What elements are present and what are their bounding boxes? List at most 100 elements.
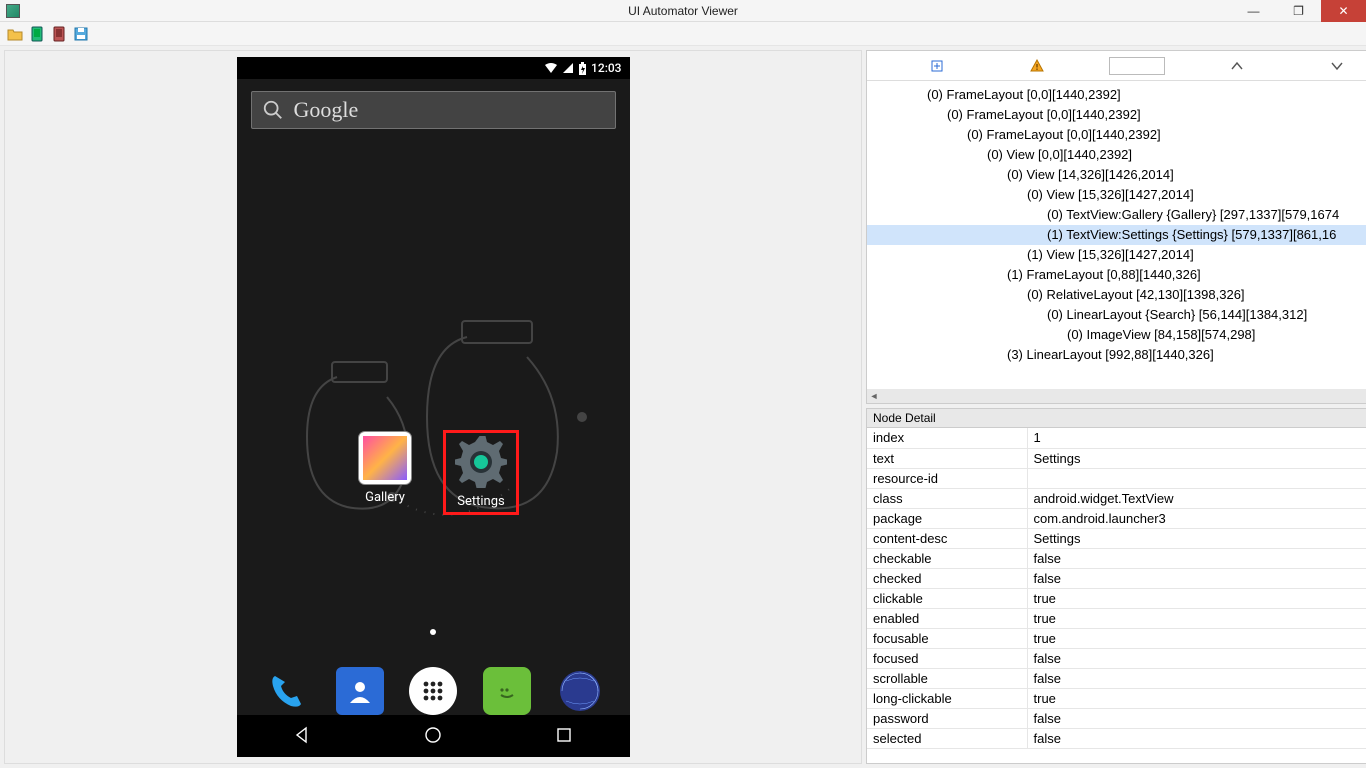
search-filter-input[interactable]	[1112, 57, 1162, 75]
gallery-icon	[359, 432, 411, 484]
detail-key: checkable	[867, 548, 1027, 568]
detail-value: false	[1027, 728, 1366, 748]
next-match-icon[interactable]	[1312, 61, 1362, 71]
detail-key: password	[867, 708, 1027, 728]
detail-row: passwordfalse	[867, 708, 1366, 728]
detail-key: checked	[867, 568, 1027, 588]
device-screenshot-compressed-icon[interactable]	[50, 25, 68, 43]
app-icon	[6, 4, 20, 18]
signal-icon	[562, 62, 574, 74]
tree-node[interactable]: (0) ImageView [84,158][574,298]	[867, 325, 1366, 345]
android-navbar	[237, 715, 630, 757]
detail-row: scrollablefalse	[867, 668, 1366, 688]
detail-value: false	[1027, 548, 1366, 568]
android-statusbar: 12:03	[237, 57, 630, 79]
detail-value: true	[1027, 588, 1366, 608]
tree-node[interactable]: (0) View [15,326][1427,2014]	[867, 185, 1366, 205]
detail-key: package	[867, 508, 1027, 528]
detail-value	[1027, 468, 1366, 488]
back-button[interactable]	[292, 725, 312, 748]
detail-key: class	[867, 488, 1027, 508]
detail-row: content-descSettings	[867, 528, 1366, 548]
detail-row: selectedfalse	[867, 728, 1366, 748]
app-drawer-icon[interactable]	[409, 667, 457, 715]
tree-node[interactable]: (0) TextView:Gallery {Gallery} [297,1337…	[867, 205, 1366, 225]
minimize-button[interactable]: —	[1231, 0, 1276, 22]
detail-value: com.android.launcher3	[1027, 508, 1366, 528]
toggle-naf-icon[interactable]	[1012, 59, 1062, 73]
search-hint: Google	[294, 97, 359, 123]
detail-row: index1	[867, 428, 1366, 448]
phone-app-icon[interactable]	[262, 667, 310, 715]
device-screenshot[interactable]: 12:03 Google Gallery	[237, 57, 630, 757]
tree-hscrollbar[interactable]: ◄►	[867, 389, 1366, 403]
tree-node[interactable]: (0) RelativeLayout [42,130][1398,326]	[867, 285, 1366, 305]
tree-toolbar	[867, 51, 1366, 81]
detail-key: clickable	[867, 588, 1027, 608]
detail-key: long-clickable	[867, 688, 1027, 708]
detail-key: selected	[867, 728, 1027, 748]
detail-value: false	[1027, 648, 1366, 668]
window-titlebar: UI Automator Viewer — ❐ ✕	[0, 0, 1366, 22]
tree-node[interactable]: (0) View [0,0][1440,2392]	[867, 145, 1366, 165]
detail-row: textSettings	[867, 448, 1366, 468]
maximize-button[interactable]: ❐	[1276, 0, 1321, 22]
detail-key: resource-id	[867, 468, 1027, 488]
messages-app-icon[interactable]	[483, 667, 531, 715]
tree-node[interactable]: (1) FrameLayout [0,88][1440,326]	[867, 265, 1366, 285]
detail-value: android.widget.TextView	[1027, 488, 1366, 508]
detail-value: Settings	[1027, 528, 1366, 548]
tree-node[interactable]: (0) View [14,326][1426,2014]	[867, 165, 1366, 185]
tree-node[interactable]: (0) LinearLayout {Search} [56,144][1384,…	[867, 305, 1366, 325]
google-search-bar[interactable]: Google	[251, 91, 616, 129]
detail-row: checkablefalse	[867, 548, 1366, 568]
settings-icon	[455, 436, 507, 488]
detail-row: focusedfalse	[867, 648, 1366, 668]
app-settings[interactable]: Settings	[445, 432, 517, 513]
detail-value: true	[1027, 608, 1366, 628]
detail-value: true	[1027, 628, 1366, 648]
detail-value: false	[1027, 568, 1366, 588]
tree-node[interactable]: (1) View [15,326][1427,2014]	[867, 245, 1366, 265]
app-gallery[interactable]: Gallery	[349, 432, 421, 513]
contacts-app-icon[interactable]	[336, 667, 384, 715]
page-indicator	[430, 629, 436, 635]
detail-key: enabled	[867, 608, 1027, 628]
home-button[interactable]	[423, 725, 443, 748]
save-icon[interactable]	[72, 25, 90, 43]
app-toolbar	[0, 22, 1366, 46]
browser-app-icon[interactable]	[556, 667, 604, 715]
detail-key: focusable	[867, 628, 1027, 648]
app-settings-label: Settings	[445, 494, 517, 509]
prev-match-icon[interactable]	[1212, 61, 1262, 71]
expand-all-icon[interactable]	[912, 60, 962, 72]
open-icon[interactable]	[6, 25, 24, 43]
detail-row: resource-id	[867, 468, 1366, 488]
detail-row: classandroid.widget.TextView	[867, 488, 1366, 508]
tree-node[interactable]: (3) LinearLayout [992,88][1440,326]	[867, 345, 1366, 365]
device-screenshot-icon[interactable]	[28, 25, 46, 43]
recents-button[interactable]	[554, 725, 574, 748]
detail-row: checkedfalse	[867, 568, 1366, 588]
detail-row: clickabletrue	[867, 588, 1366, 608]
detail-key: scrollable	[867, 668, 1027, 688]
tree-node[interactable]: (0) FrameLayout [0,0][1440,2392]	[867, 125, 1366, 145]
node-detail-table[interactable]: index1textSettingsresource-idclassandroi…	[867, 428, 1366, 763]
battery-icon	[578, 62, 587, 75]
detail-row: long-clickabletrue	[867, 688, 1366, 708]
close-button[interactable]: ✕	[1321, 0, 1366, 22]
tree-node[interactable]: (0) FrameLayout [0,0][1440,2392]	[867, 105, 1366, 125]
hierarchy-tree[interactable]: (0) FrameLayout [0,0][1440,2392](0) Fram…	[867, 81, 1366, 389]
detail-value: 1	[1027, 428, 1366, 448]
wifi-icon	[544, 62, 558, 74]
tree-node[interactable]: (1) TextView:Settings {Settings} [579,13…	[867, 225, 1366, 245]
node-detail-header: Node Detail	[867, 409, 1366, 428]
detail-key: content-desc	[867, 528, 1027, 548]
android-dock	[237, 667, 630, 715]
detail-row: enabledtrue	[867, 608, 1366, 628]
tree-node[interactable]: (0) FrameLayout [0,0][1440,2392]	[867, 85, 1366, 105]
window-title: UI Automator Viewer	[628, 4, 738, 18]
detail-value: Settings	[1027, 448, 1366, 468]
detail-row: packagecom.android.launcher3	[867, 508, 1366, 528]
screenshot-pane: 12:03 Google Gallery	[4, 50, 862, 764]
